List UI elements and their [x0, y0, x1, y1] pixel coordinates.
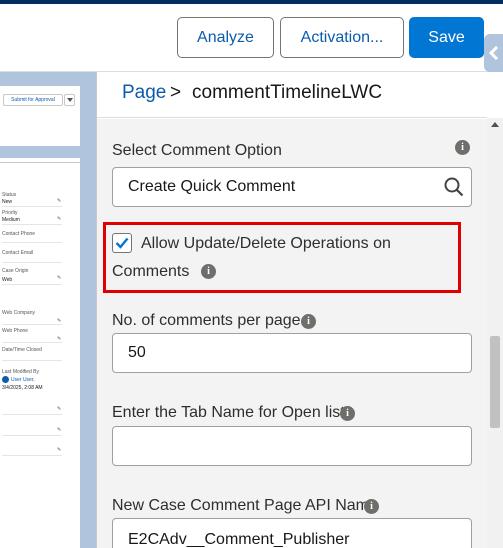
field-label: Last Modified By	[2, 369, 39, 375]
analyze-button[interactable]: Analyze	[177, 17, 274, 58]
select-comment-option-value: Create Quick Comment	[128, 178, 296, 195]
collapse-panel-toggle[interactable]	[484, 34, 503, 72]
builder-header: Analyze Activation... Save	[0, 4, 503, 72]
new-case-comment-page-input[interactable]: E2CAdv__Comment_Publisher	[112, 518, 472, 548]
pencil-icon[interactable]: ✎	[57, 216, 61, 222]
field-label: Contact Email	[2, 250, 34, 256]
open-list-tab-label: Enter the Tab Name for Open list	[112, 404, 345, 421]
pencil-icon[interactable]: ✎	[57, 198, 61, 204]
pencil-icon[interactable]: ✎	[57, 406, 61, 412]
comments-per-page-input[interactable]: 50	[112, 333, 472, 373]
panel-scrollbar[interactable]	[487, 118, 503, 548]
properties-form: Select Comment Option i Create Quick Com…	[97, 119, 487, 548]
allow-update-delete-label-cont: Comments	[112, 263, 190, 280]
field-label: Web Phone	[2, 328, 29, 334]
field-label: Contact Phone	[2, 231, 36, 237]
field-label: Status	[2, 192, 17, 198]
chevron-down-icon	[66, 98, 73, 102]
avatar	[2, 376, 9, 383]
info-icon[interactable]: i	[364, 499, 379, 514]
info-icon[interactable]: i	[340, 406, 355, 421]
field-value: Medium	[2, 217, 20, 223]
activation-button[interactable]: Activation...	[280, 17, 404, 58]
scroll-up-arrow-icon[interactable]	[491, 122, 499, 127]
field-label: Date/Time Closed	[2, 347, 42, 353]
scroll-thumb[interactable]	[490, 336, 500, 428]
collapse-arrow-icon	[488, 46, 498, 60]
actions-menu-button[interactable]	[64, 94, 75, 106]
field-label: Web Company	[2, 310, 35, 316]
field-label: Priority	[2, 210, 18, 216]
info-icon[interactable]: i	[301, 314, 316, 329]
breadcrumb-page-link[interactable]: Page	[122, 82, 166, 104]
breadcrumb-separator: >	[170, 82, 182, 103]
new-case-comment-page-label: New Case Comment Page API Name	[112, 497, 378, 514]
pencil-icon[interactable]: ✎	[57, 427, 61, 433]
highlights-panel: Submit for Approval	[0, 86, 80, 146]
comments-per-page-label: No. of comments per page	[112, 312, 301, 329]
last-modified-date: 3/4/2025, 2:08 AM	[2, 385, 43, 391]
field-value: New	[2, 199, 13, 205]
allow-update-delete-checkbox[interactable]	[112, 233, 132, 253]
info-icon[interactable]: i	[201, 264, 216, 279]
highlight-annotation	[103, 222, 461, 293]
details-panel: Status New ✎ Priority Medium ✎ Contact P…	[0, 158, 80, 548]
submit-for-approval-button[interactable]: Submit for Approval	[3, 94, 63, 106]
field-value: Web	[2, 277, 13, 283]
select-comment-option-input[interactable]: Create Quick Comment	[112, 167, 472, 207]
new-case-comment-page-value: E2CAdv__Comment_Publisher	[128, 531, 350, 548]
pencil-icon[interactable]: ✎	[57, 447, 61, 453]
breadcrumb-current: commentTimelineLWC	[192, 82, 383, 103]
search-icon[interactable]	[444, 177, 464, 197]
save-button[interactable]: Save	[409, 17, 484, 58]
property-panel: Page > commentTimelineLWC Select Comment…	[97, 72, 503, 548]
breadcrumb: Page > commentTimelineLWC	[97, 72, 487, 118]
field-label: Case Origin	[2, 268, 29, 274]
open-list-tab-input[interactable]	[112, 426, 472, 466]
last-modified-user-link[interactable]: User User,	[11, 377, 35, 383]
allow-update-delete-label: Allow Update/Delete Operations on	[141, 235, 391, 252]
pencil-icon[interactable]: ✎	[57, 275, 61, 281]
checkmark-icon	[115, 237, 129, 249]
page-canvas-preview[interactable]: Submit for Approval Status New ✎ Priorit…	[0, 72, 97, 548]
info-icon[interactable]: i	[455, 140, 470, 155]
comments-per-page-value: 50	[128, 344, 146, 361]
select-comment-option-label: Select Comment Option	[112, 142, 282, 159]
